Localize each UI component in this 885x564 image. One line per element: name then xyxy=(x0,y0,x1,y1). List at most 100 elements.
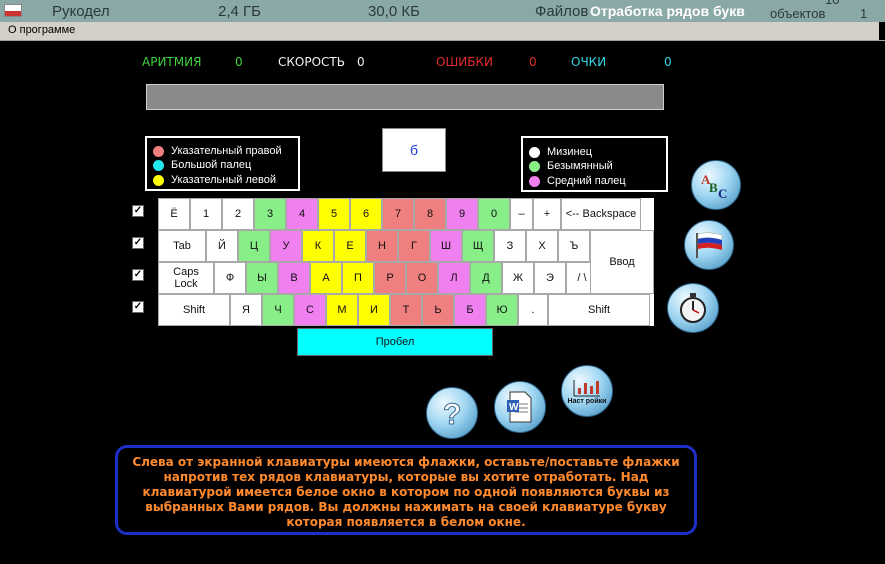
stat-value-arrhythmia: 0 xyxy=(235,55,243,69)
key[interactable]: И xyxy=(358,294,390,326)
key-enter[interactable]: Ввод xyxy=(590,230,654,294)
legend-label: Безымянный xyxy=(547,160,613,172)
document-button[interactable]: W xyxy=(494,381,546,433)
language-button[interactable] xyxy=(684,220,734,270)
stat-value-speed: 0 xyxy=(357,55,365,69)
key[interactable]: Caps Lock xyxy=(158,262,214,294)
key[interactable]: Ъ xyxy=(558,230,590,262)
svg-text:C: C xyxy=(718,186,727,200)
key[interactable]: Щ xyxy=(462,230,494,262)
menu-item-about[interactable]: О программе xyxy=(8,24,75,36)
menu-bar: О программе xyxy=(0,22,885,41)
key[interactable]: Ф xyxy=(214,262,246,294)
key[interactable]: В xyxy=(278,262,310,294)
row-checkbox-bottom[interactable]: ✓ xyxy=(132,301,144,313)
key[interactable]: 2 xyxy=(222,198,254,230)
legend-dot xyxy=(529,175,540,187)
key[interactable]: Р xyxy=(374,262,406,294)
key[interactable]: Ь xyxy=(422,294,454,326)
key[interactable]: О xyxy=(406,262,438,294)
key[interactable]: Б xyxy=(454,294,486,326)
background-window-text: 2,4 ГБ xyxy=(218,3,261,20)
key[interactable]: 6 xyxy=(350,198,382,230)
key[interactable]: 8 xyxy=(414,198,446,230)
legend-dot xyxy=(529,160,540,172)
key[interactable]: К xyxy=(302,230,334,262)
key[interactable]: Ё xyxy=(158,198,190,230)
stat-label-speed: СКОРОСТЬ xyxy=(278,55,345,69)
key[interactable]: Х xyxy=(526,230,558,262)
app-icon xyxy=(4,4,22,17)
key[interactable]: Я xyxy=(230,294,262,326)
finger-legend-right: Мизинец Безымянный Средний палец xyxy=(521,136,668,192)
key[interactable]: 1 xyxy=(190,198,222,230)
svg-text:B: B xyxy=(709,180,718,195)
key[interactable]: 9 xyxy=(446,198,478,230)
row-checkbox-home[interactable]: ✓ xyxy=(132,269,144,281)
key[interactable]: Э xyxy=(534,262,566,294)
key[interactable]: П xyxy=(342,262,374,294)
key[interactable]: Ц xyxy=(238,230,270,262)
key[interactable]: Ы xyxy=(246,262,278,294)
key[interactable]: С xyxy=(294,294,326,326)
key[interactable]: Й xyxy=(206,230,238,262)
key[interactable]: – xyxy=(510,198,533,230)
key[interactable]: У xyxy=(270,230,302,262)
stat-value-errors: 0 xyxy=(529,55,537,69)
stat-label-points: ОЧКИ xyxy=(571,55,607,69)
key[interactable]: А xyxy=(310,262,342,294)
settings-chart-icon xyxy=(573,379,600,396)
key[interactable]: Л xyxy=(438,262,470,294)
row-checkbox-numbers[interactable]: ✓ xyxy=(132,205,144,217)
background-window-text: 30,0 КБ xyxy=(368,3,420,20)
key[interactable]: 0 xyxy=(478,198,510,230)
key[interactable]: Tab xyxy=(158,230,206,262)
legend-label: Средний палец xyxy=(547,175,626,187)
timer-button[interactable] xyxy=(667,283,719,333)
key[interactable]: Ч xyxy=(262,294,294,326)
key[interactable]: Е xyxy=(334,230,366,262)
title-bar: Рукодел 2,4 ГБ 30,0 КБ Файлов 10 объекто… xyxy=(0,0,885,22)
key[interactable]: <-- Backspace xyxy=(561,198,641,230)
settings-button[interactable]: Наст ройки xyxy=(561,365,613,417)
legend-dot xyxy=(153,145,164,157)
key[interactable]: Г xyxy=(398,230,430,262)
background-window-text: Файлов xyxy=(535,3,589,20)
legend-dot xyxy=(529,146,540,158)
key[interactable]: 7 xyxy=(382,198,414,230)
key[interactable]: Ж xyxy=(502,262,534,294)
key[interactable]: + xyxy=(533,198,561,230)
key[interactable]: Ю xyxy=(486,294,518,326)
stat-value-points: 0 xyxy=(664,55,672,69)
question-mark-icon: ? xyxy=(443,398,462,431)
key[interactable]: Н xyxy=(366,230,398,262)
key[interactable]: Shift xyxy=(548,294,650,326)
abc-spelling-icon: A B C xyxy=(701,172,727,200)
key-space[interactable]: Пробел xyxy=(297,328,493,356)
current-letter-display: б xyxy=(382,128,446,172)
key[interactable]: . xyxy=(518,294,548,326)
help-button[interactable]: ? xyxy=(426,387,478,439)
key[interactable]: 5 xyxy=(318,198,350,230)
legend-label: Большой палец xyxy=(171,159,252,171)
key[interactable]: Д xyxy=(470,262,502,294)
instructions-text: Слева от экранной клавиатуры имеются фла… xyxy=(132,455,680,529)
legend-item: Указательный правой xyxy=(153,144,282,158)
key[interactable]: Ш xyxy=(430,230,462,262)
stat-label-errors: ОШИБКИ xyxy=(436,55,493,69)
row-checkbox-top[interactable]: ✓ xyxy=(132,237,144,249)
key[interactable]: Shift xyxy=(158,294,230,326)
background-window-text: 1 xyxy=(860,6,868,21)
key[interactable]: 3 xyxy=(254,198,286,230)
legend-dot xyxy=(153,174,164,186)
svg-text:?: ? xyxy=(443,398,461,430)
key[interactable]: М xyxy=(326,294,358,326)
key[interactable]: З xyxy=(494,230,526,262)
onscreen-keyboard: Ё 1 2 3 4 5 6 7 8 9 0– + <-- Backspace Tab Й Ц У К Е Н Г Ш Щ З Х… xyxy=(158,198,654,326)
key[interactable]: 4 xyxy=(286,198,318,230)
finger-legend-left: Указательный правой Большой палец Указат… xyxy=(145,136,300,191)
key[interactable]: Т xyxy=(390,294,422,326)
legend-item: Безымянный xyxy=(529,159,613,173)
legend-item: Средний палец xyxy=(529,174,626,188)
abc-spelling-button[interactable]: A B C xyxy=(691,160,741,210)
